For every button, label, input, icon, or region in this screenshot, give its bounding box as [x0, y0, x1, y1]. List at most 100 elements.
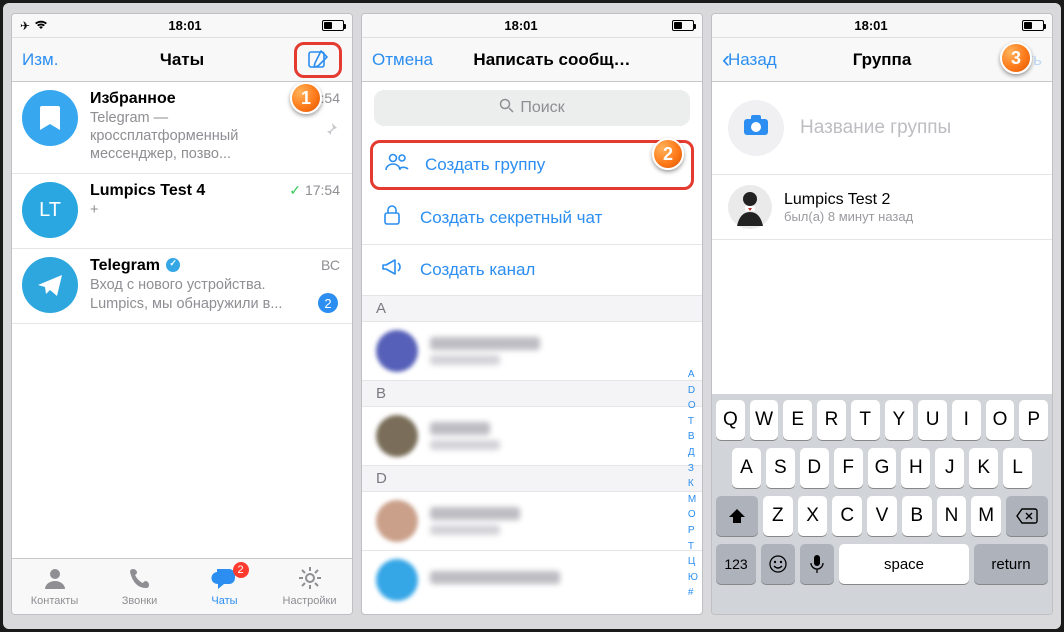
index-letter[interactable]: B: [688, 430, 698, 444]
key-f[interactable]: F: [834, 448, 863, 488]
contact-row[interactable]: [362, 322, 702, 381]
menu-create-group[interactable]: Создать группу: [370, 140, 694, 190]
cancel-button[interactable]: Отмена: [372, 50, 433, 70]
contact-text: [430, 507, 520, 535]
edit-button[interactable]: Изм.: [22, 50, 58, 70]
key-g[interactable]: G: [868, 448, 897, 488]
nav-bar: Изм. Чаты 1: [12, 38, 352, 82]
key-a[interactable]: A: [732, 448, 761, 488]
key-j[interactable]: J: [935, 448, 964, 488]
status-time: 18:01: [168, 18, 201, 33]
member-name: Lumpics Test 2: [784, 191, 913, 209]
tab-contacts[interactable]: Контакты: [12, 559, 97, 614]
key-b[interactable]: B: [902, 496, 932, 536]
search-icon: [499, 98, 514, 118]
dictation-key[interactable]: [800, 544, 834, 584]
index-letter[interactable]: Р: [688, 524, 698, 538]
status-time: 18:01: [504, 18, 537, 33]
contact-text: [430, 422, 500, 450]
emoji-key[interactable]: [761, 544, 795, 584]
key-e[interactable]: E: [783, 400, 812, 440]
key-w[interactable]: W: [750, 400, 779, 440]
tab-label: Звонки: [122, 595, 158, 607]
chats-badge: 2: [233, 562, 249, 578]
key-l[interactable]: L: [1003, 448, 1032, 488]
index-letter[interactable]: М: [688, 493, 698, 507]
space-key[interactable]: space: [839, 544, 969, 584]
key-y[interactable]: Y: [885, 400, 914, 440]
tab-chats[interactable]: 2 Чаты: [182, 559, 267, 614]
avatar: LT: [22, 182, 78, 238]
key-v[interactable]: V: [867, 496, 897, 536]
key-h[interactable]: H: [901, 448, 930, 488]
avatar: [376, 500, 418, 542]
group-name-input[interactable]: Название группы: [800, 117, 951, 139]
contact-text: [430, 337, 540, 365]
key-q[interactable]: Q: [716, 400, 745, 440]
chat-preview: Вход с нового устройства. Lumpics, мы об…: [90, 276, 320, 312]
back-button[interactable]: ‹ Назад: [722, 50, 792, 70]
member-avatar: [728, 185, 772, 229]
chat-row-lumpics4[interactable]: LT Lumpics Test 4 ✓17:54 +: [12, 174, 352, 249]
index-letter[interactable]: О: [688, 508, 698, 522]
index-letter[interactable]: Т: [688, 540, 698, 554]
menu-create-secret-chat[interactable]: Создать секретный чат: [362, 192, 702, 245]
index-letter[interactable]: #: [688, 586, 698, 600]
lock-icon: [380, 204, 404, 232]
shift-key[interactable]: [716, 496, 758, 536]
key-t[interactable]: T: [851, 400, 880, 440]
tab-label: Настройки: [283, 595, 337, 607]
index-letter[interactable]: Ю: [688, 571, 698, 585]
contact-row[interactable]: [362, 407, 702, 466]
key-z[interactable]: Z: [763, 496, 793, 536]
numbers-key[interactable]: 123: [716, 544, 756, 584]
member-row[interactable]: Lumpics Test 2 был(а) 8 минут назад: [712, 175, 1052, 240]
chat-row-telegram[interactable]: Telegram ВС Вход с нового устройства. Lu…: [12, 249, 352, 324]
key-n[interactable]: N: [937, 496, 967, 536]
key-k[interactable]: K: [969, 448, 998, 488]
index-letter[interactable]: Ц: [688, 555, 698, 569]
chat-time: ВС: [321, 257, 340, 273]
section-header: B: [362, 381, 702, 407]
key-o[interactable]: O: [986, 400, 1015, 440]
chat-list[interactable]: Избранное17:54 Telegram — кроссплатформе…: [12, 82, 352, 558]
menu-create-channel[interactable]: Создать канал: [362, 245, 702, 296]
index-letter[interactable]: A: [688, 368, 698, 382]
menu-label: Создать канал: [420, 260, 535, 280]
contact-row[interactable]: [362, 492, 702, 551]
contact-row[interactable]: [362, 551, 702, 609]
chat-name: Избранное: [90, 90, 176, 108]
index-letter[interactable]: D: [688, 384, 698, 398]
key-x[interactable]: X: [798, 496, 828, 536]
index-letter[interactable]: К: [688, 477, 698, 491]
index-letter[interactable]: O: [688, 399, 698, 413]
group-photo-button[interactable]: [728, 100, 784, 156]
phone-icon: [128, 566, 152, 594]
key-s[interactable]: S: [766, 448, 795, 488]
key-c[interactable]: C: [832, 496, 862, 536]
index-letter[interactable]: З: [688, 462, 698, 476]
key-d[interactable]: D: [800, 448, 829, 488]
group-header-row: Название группы: [712, 82, 1052, 175]
tab-settings[interactable]: Настройки: [267, 559, 352, 614]
key-r[interactable]: R: [817, 400, 846, 440]
tab-calls[interactable]: Звонки: [97, 559, 182, 614]
key-p[interactable]: P: [1019, 400, 1048, 440]
search-input[interactable]: Поиск: [374, 90, 690, 126]
pin-icon: [324, 122, 338, 139]
menu-label: Создать секретный чат: [420, 208, 602, 228]
airplane-mode-icon: ✈︎: [20, 19, 30, 33]
status-time: 18:01: [854, 18, 887, 33]
key-i[interactable]: I: [952, 400, 981, 440]
key-m[interactable]: M: [971, 496, 1001, 536]
key-u[interactable]: U: [918, 400, 947, 440]
backspace-key[interactable]: [1006, 496, 1048, 536]
alphabet-index[interactable]: ADOTBДЗКМОРТЦЮ#: [688, 366, 698, 602]
battery-icon: [1022, 20, 1044, 31]
battery-icon: [322, 20, 344, 31]
compose-button[interactable]: [294, 42, 342, 78]
index-letter[interactable]: Д: [688, 446, 698, 460]
contacts-icon: [42, 566, 68, 594]
index-letter[interactable]: T: [688, 415, 698, 429]
return-key[interactable]: return: [974, 544, 1048, 584]
